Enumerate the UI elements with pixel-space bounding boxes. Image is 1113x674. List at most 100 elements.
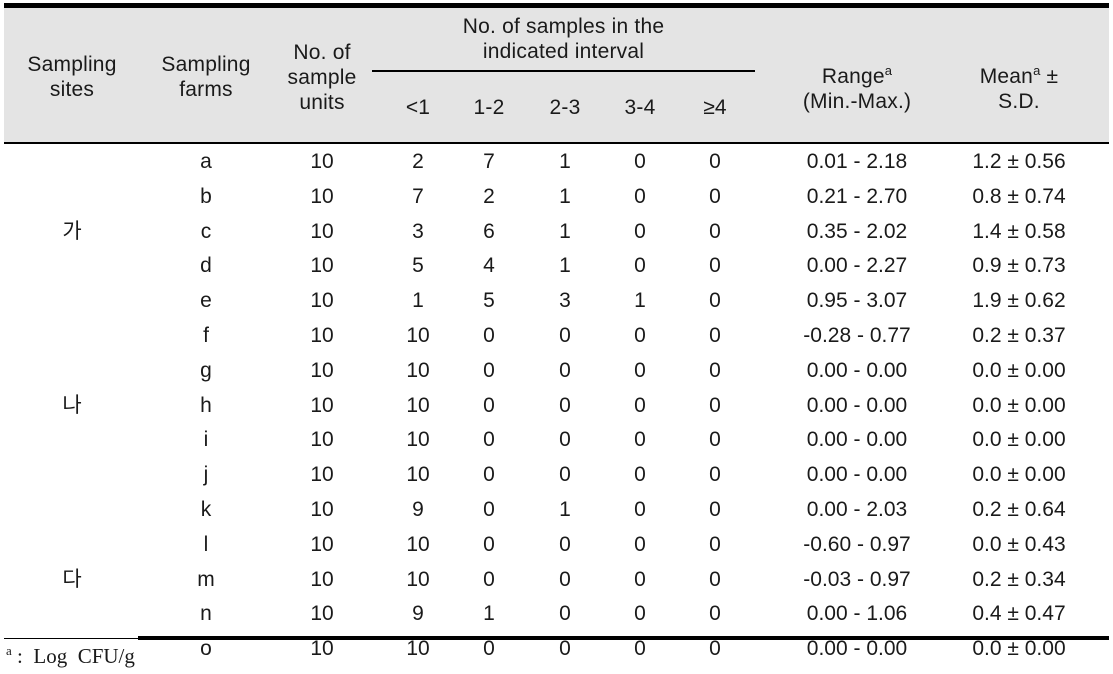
cell-interval-lt1: 10 xyxy=(406,567,430,591)
cell-farm: c xyxy=(200,219,212,243)
cell-interval-2-3: 0 xyxy=(559,428,571,452)
cell-interval-1-2: 0 xyxy=(483,463,495,487)
column-header-interval-ge4: ≥4 xyxy=(703,96,727,119)
column-header-mean-line2: S.D. xyxy=(998,90,1040,113)
cell-range: 0.95 - 3.07 xyxy=(806,289,908,313)
cell-interval-lt1: 1 xyxy=(412,289,424,313)
cell-interval-1-2: 5 xyxy=(483,289,495,313)
cell-range: 0.21 - 2.70 xyxy=(806,184,908,208)
cell-sample-units: 10 xyxy=(310,428,334,452)
cell-range: 0.00 - 0.00 xyxy=(806,463,908,487)
table-figure: Sampling sites Sampling farms No. of sam… xyxy=(0,0,1113,674)
cell-range: 0.00 - 0.00 xyxy=(806,637,908,661)
column-header-mean-line1: Meana ± xyxy=(933,64,1105,89)
cell-interval-1-2: 6 xyxy=(483,219,495,243)
cell-interval-1-2: 0 xyxy=(483,532,495,556)
cell-interval-lt1: 3 xyxy=(412,219,424,243)
cell-mean-sd: 0.0 ± 0.00 xyxy=(972,358,1066,382)
cell-farm: k xyxy=(200,498,212,521)
column-header-interval-3-4: 3-4 xyxy=(624,96,656,119)
cell-interval-2-3: 0 xyxy=(559,602,571,626)
column-header-mean-text: Mean xyxy=(979,65,1034,88)
cell-interval-3-4: 0 xyxy=(634,602,646,626)
cell-mean-sd: 0.2 ± 0.37 xyxy=(972,324,1066,347)
column-header-mean-sd: Meana ± S.D. xyxy=(933,64,1105,114)
cell-interval-3-4: 0 xyxy=(634,393,646,417)
cell-interval-ge4: 0 xyxy=(709,463,721,487)
column-header-mean-plusminus: ± xyxy=(1040,65,1059,88)
cell-farm: g xyxy=(200,358,212,382)
cell-range: 0.01 - 2.18 xyxy=(806,150,908,173)
cell-range: 0.35 - 2.02 xyxy=(806,219,908,243)
cell-sample-units: 10 xyxy=(310,463,334,487)
cell-interval-3-4: 0 xyxy=(634,184,646,208)
cell-sample-units: 10 xyxy=(310,289,334,313)
cell-sample-units: 10 xyxy=(310,184,334,208)
cell-sample-units: 10 xyxy=(310,567,334,591)
cell-range: -0.60 - 0.97 xyxy=(803,532,911,556)
column-header-sample-units-line1: No. of xyxy=(293,41,351,64)
cell-interval-2-3: 1 xyxy=(559,150,571,173)
cell-range: 0.00 - 0.00 xyxy=(806,428,908,452)
cell-interval-3-4: 0 xyxy=(634,567,646,591)
cell-interval-1-2: 0 xyxy=(483,637,495,661)
cell-interval-ge4: 0 xyxy=(709,184,721,208)
cell-interval-1-2: 4 xyxy=(483,254,495,278)
cell-sample-units: 10 xyxy=(310,324,334,347)
cell-farm: e xyxy=(200,289,212,313)
cell-interval-ge4: 0 xyxy=(709,150,721,173)
cell-interval-1-2: 1 xyxy=(483,602,495,626)
cell-interval-lt1: 10 xyxy=(406,324,430,347)
cell-interval-3-4: 0 xyxy=(634,358,646,382)
cell-interval-1-2: 0 xyxy=(483,324,495,347)
cell-range: 0.00 - 2.27 xyxy=(806,254,908,278)
cell-interval-2-3: 0 xyxy=(559,567,571,591)
cell-sampling-site: 가 xyxy=(62,219,82,243)
interval-group-span-rule xyxy=(372,70,755,72)
cell-interval-3-4: 0 xyxy=(634,150,646,173)
cell-mean-sd: 0.4 ± 0.47 xyxy=(972,602,1066,626)
cell-mean-sd: 0.2 ± 0.34 xyxy=(972,567,1066,591)
cell-sample-units: 10 xyxy=(310,150,334,173)
column-header-sample-units-line2: sample xyxy=(287,66,357,89)
cell-interval-2-3: 0 xyxy=(559,637,571,661)
cell-mean-sd: 0.2 ± 0.64 xyxy=(972,498,1066,521)
column-header-mean-footnote-marker: a xyxy=(1033,63,1041,78)
cell-mean-sd: 0.0 ± 0.00 xyxy=(972,393,1066,417)
column-header-sample-units: No. of sample units xyxy=(267,40,377,115)
cell-mean-sd: 0.0 ± 0.00 xyxy=(972,428,1066,452)
cell-interval-3-4: 0 xyxy=(634,637,646,661)
cell-interval-ge4: 0 xyxy=(709,428,721,452)
cell-mean-sd: 1.4 ± 0.58 xyxy=(972,219,1066,243)
column-header-sampling-sites-line1: Sampling xyxy=(27,53,117,76)
column-group-header-interval: No. of samples in the indicated interval xyxy=(372,14,755,64)
cell-sample-units: 10 xyxy=(310,358,334,382)
cell-farm: o xyxy=(200,637,212,661)
footnote-text: : Log CFU/g xyxy=(11,644,135,668)
cell-interval-ge4: 0 xyxy=(709,567,721,591)
cell-interval-2-3: 1 xyxy=(559,254,571,278)
cell-interval-lt1: 10 xyxy=(406,637,430,661)
cell-mean-sd: 1.9 ± 0.62 xyxy=(972,289,1066,313)
cell-interval-1-2: 0 xyxy=(483,393,495,417)
cell-range: 0.00 - 2.03 xyxy=(806,498,908,521)
cell-range: 0.00 - 0.00 xyxy=(806,358,908,382)
cell-interval-lt1: 10 xyxy=(406,428,430,452)
cell-interval-3-4: 0 xyxy=(634,219,646,243)
cell-interval-2-3: 0 xyxy=(559,358,571,382)
cell-interval-ge4: 0 xyxy=(709,219,721,243)
cell-interval-lt1: 10 xyxy=(406,532,430,556)
cell-interval-2-3: 3 xyxy=(559,289,571,313)
cell-sample-units: 10 xyxy=(310,602,334,626)
cell-interval-ge4: 0 xyxy=(709,637,721,661)
column-header-sampling-sites: Sampling sites xyxy=(2,52,142,102)
column-header-sampling-farms-line1: Sampling xyxy=(161,53,251,76)
cell-interval-lt1: 2 xyxy=(412,150,424,173)
cell-interval-3-4: 0 xyxy=(634,324,646,347)
column-header-range: Rangea (Min.-Max.) xyxy=(767,64,947,114)
cell-mean-sd: 0.0 ± 0.43 xyxy=(972,532,1066,556)
cell-sampling-site: 나 xyxy=(62,393,82,417)
cell-interval-3-4: 1 xyxy=(634,289,646,313)
cell-interval-ge4: 0 xyxy=(709,324,721,347)
column-header-range-text: Range xyxy=(821,65,885,88)
